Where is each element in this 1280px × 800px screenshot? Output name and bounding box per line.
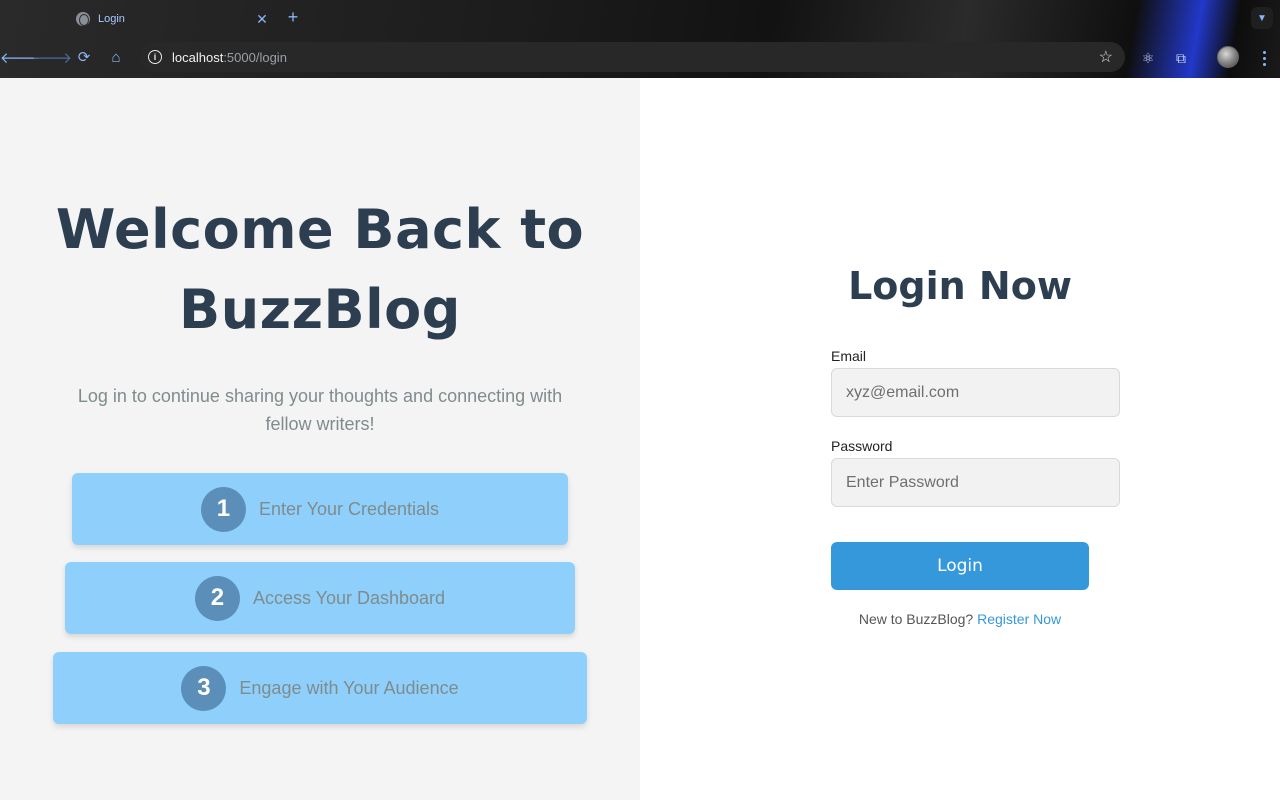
- step-label: Engage with Your Audience: [239, 677, 459, 698]
- profile-avatar[interactable]: [1217, 46, 1239, 68]
- tab-title: Login: [98, 13, 125, 25]
- reload-icon[interactable]: ⟳: [68, 41, 100, 73]
- register-link[interactable]: Register Now: [977, 611, 1061, 627]
- welcome-subtitle: Log in to continue sharing your thoughts…: [77, 386, 563, 434]
- login-button[interactable]: Login: [831, 542, 1089, 590]
- step-card-1: 1 Enter Your Credentials: [72, 473, 568, 545]
- email-label: Email: [831, 348, 867, 364]
- address-bar[interactable]: i localhost :5000/login ☆: [140, 42, 1125, 72]
- password-field[interactable]: [831, 458, 1120, 507]
- welcome-heading-line2: BuzzBlog: [179, 278, 461, 341]
- login-title: Login Now: [848, 264, 1072, 308]
- register-line: New to BuzzBlog? Register Now: [640, 611, 1280, 627]
- browser-menu-icon[interactable]: [1256, 46, 1272, 70]
- site-info-icon[interactable]: i: [148, 50, 162, 64]
- step-number: 1: [200, 486, 246, 532]
- extensions-icon[interactable]: ⧉: [1169, 46, 1193, 70]
- step-number: 2: [194, 575, 240, 621]
- close-tab-icon[interactable]: ✕: [254, 11, 270, 27]
- step-number: 3: [181, 665, 227, 711]
- password-label: Password: [831, 438, 893, 454]
- globe-icon: [76, 12, 90, 26]
- url-path: :5000/login: [223, 49, 287, 65]
- welcome-heading-line1: Welcome Back to: [55, 198, 585, 261]
- step-label: Access Your Dashboard: [252, 587, 446, 608]
- step-label: Enter Your Credentials: [258, 498, 440, 519]
- email-field[interactable]: [831, 368, 1120, 417]
- url-host: localhost: [172, 49, 224, 65]
- forward-icon[interactable]: 🡒: [32, 41, 72, 73]
- home-icon[interactable]: ⌂: [100, 41, 132, 73]
- browser-toolbar: 🡐 🡒 ⟳ ⌂ i localhost :5000/login ☆ ⚛ ⧉: [0, 38, 1280, 76]
- new-tab-button[interactable]: +: [283, 7, 303, 27]
- welcome-panel: Welcome Back to BuzzBlog Log in to conti…: [0, 78, 640, 800]
- step-card-3: 3 Engage with Your Audience: [53, 652, 587, 724]
- browser-tab[interactable]: Login ✕: [62, 4, 280, 34]
- page: Welcome Back to BuzzBlog Log in to conti…: [0, 78, 1280, 800]
- react-devtools-icon[interactable]: ⚛: [1136, 46, 1160, 70]
- browser-chrome: Login ✕ + ▼ 🡐 🡒 ⟳ ⌂ i localhost :5000/lo…: [0, 0, 1280, 78]
- login-panel: Login Now Email Password Login New to Bu…: [640, 78, 1280, 800]
- tab-search-button[interactable]: ▼: [1251, 7, 1273, 29]
- bookmark-star-icon[interactable]: ☆: [1099, 47, 1113, 67]
- step-card-2: 2 Access Your Dashboard: [65, 562, 575, 634]
- welcome-heading: Welcome Back to BuzzBlog: [0, 190, 640, 350]
- register-prompt: New to BuzzBlog?: [858, 611, 974, 627]
